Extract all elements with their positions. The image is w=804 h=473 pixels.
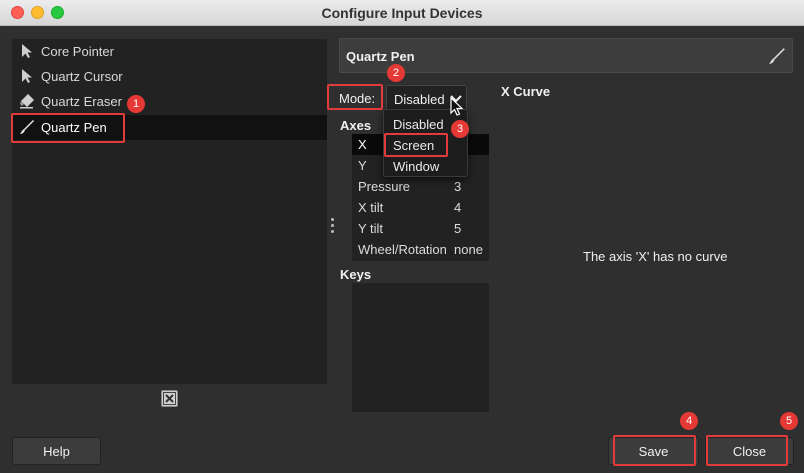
eraser-icon	[20, 94, 34, 109]
axis-row-pressure[interactable]: Pressure 3	[352, 176, 489, 197]
remove-device-button[interactable]	[161, 390, 178, 407]
mode-option-label: Disabled	[393, 117, 444, 132]
close-x-icon	[163, 392, 176, 405]
axis-row-x-tilt[interactable]: X tilt 4	[352, 197, 489, 218]
help-button-label: Help	[43, 444, 70, 459]
save-button[interactable]: Save	[608, 437, 699, 465]
pane-resize-handle[interactable]	[331, 218, 336, 236]
arrow-pointer-icon	[22, 69, 32, 83]
axis-row-y-tilt[interactable]: Y tilt 5	[352, 218, 489, 239]
axis-name: Y	[358, 158, 367, 173]
mouse-cursor-icon	[450, 97, 464, 116]
title-bar: Configure Input Devices	[0, 0, 804, 26]
curve-title: X Curve	[501, 84, 551, 99]
device-item-quartz-eraser[interactable]: Quartz Eraser	[12, 89, 327, 114]
device-item-core-pointer[interactable]: Core Pointer	[12, 39, 327, 64]
step-badge-1: 1	[127, 95, 145, 113]
mode-value: Disabled	[394, 92, 445, 107]
keys-list	[352, 283, 489, 412]
device-item-quartz-pen[interactable]: Quartz Pen	[12, 115, 327, 140]
step-badge-2: 2	[387, 64, 405, 82]
mode-option-label: Window	[393, 159, 440, 174]
device-item-quartz-cursor[interactable]: Quartz Cursor	[12, 64, 327, 89]
axis-name: Wheel/Rotation	[358, 242, 447, 257]
axis-value: 4	[454, 200, 462, 215]
axis-value: none	[454, 242, 483, 257]
close-button-label: Close	[732, 444, 767, 459]
axis-value: 3	[454, 179, 462, 194]
mode-option-window[interactable]: Window	[384, 155, 469, 176]
axis-name: X tilt	[358, 200, 384, 215]
device-label: Core Pointer	[41, 44, 114, 59]
axes-title: Axes	[340, 118, 372, 133]
step-badge-5: 5	[780, 412, 798, 430]
axis-row-wheel-rotation[interactable]: Wheel/Rotation none	[352, 239, 489, 260]
save-button-label: Save	[638, 444, 669, 459]
axis-name: X	[358, 137, 367, 152]
axis-name: Pressure	[358, 179, 411, 194]
device-label: Quartz Eraser	[41, 94, 122, 109]
device-list: Core Pointer Quartz Cursor Quartz Eraser…	[12, 39, 327, 384]
close-button[interactable]: Close	[705, 437, 794, 465]
axis-name: Y tilt	[358, 221, 384, 236]
pen-icon	[769, 48, 785, 64]
device-label: Quartz Cursor	[41, 69, 123, 84]
step-badge-3: 3	[451, 120, 469, 138]
arrow-pointer-icon	[22, 44, 32, 58]
mode-dropdown-menu: Disabled Screen Window	[383, 109, 468, 177]
device-header: Quartz Pen	[339, 38, 793, 73]
keys-title: Keys	[340, 267, 372, 282]
device-label: Quartz Pen	[41, 120, 107, 135]
pen-icon	[20, 120, 34, 134]
window-title: Configure Input Devices	[321, 5, 483, 21]
step-badge-4: 4	[680, 412, 698, 430]
curve-message: The axis 'X' has no curve	[583, 249, 728, 264]
mode-label: Mode:	[339, 91, 376, 106]
axis-value: 5	[454, 221, 462, 236]
help-button[interactable]: Help	[12, 437, 101, 465]
mode-option-label: Screen	[393, 138, 435, 153]
device-name: Quartz Pen	[346, 49, 415, 64]
